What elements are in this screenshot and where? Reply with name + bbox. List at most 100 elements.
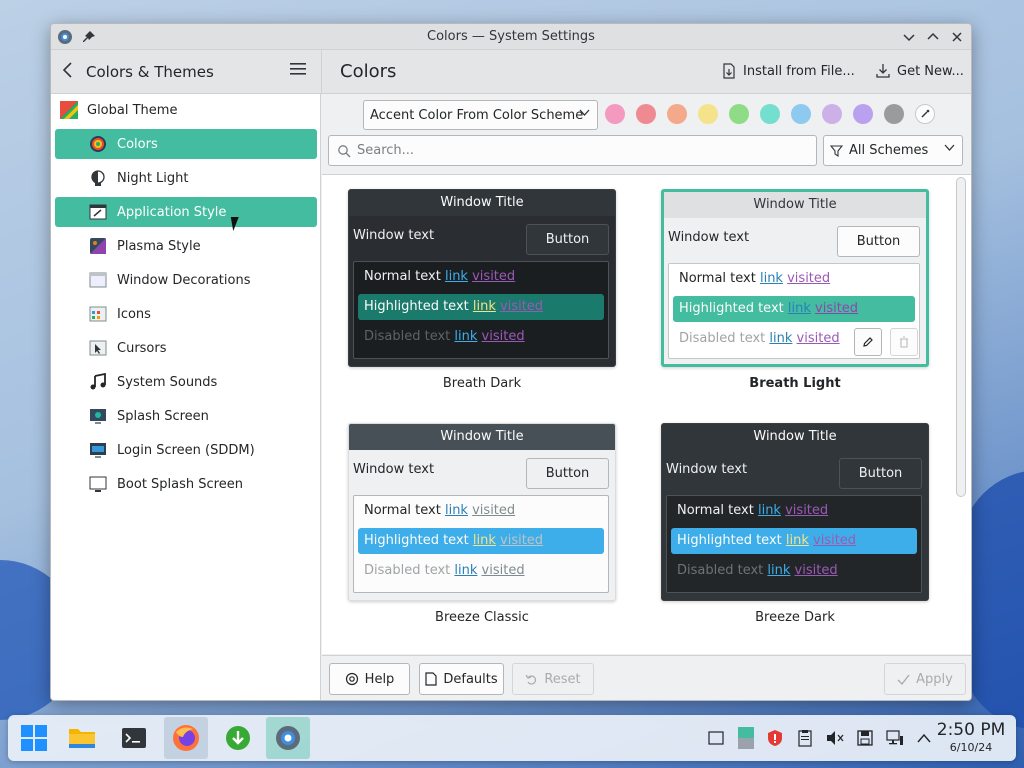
sidebar-title: Colors & Themes [86,63,214,81]
scheme-name: Breeze Classic [435,610,529,625]
reset-button[interactable]: Reset [512,663,594,695]
accent-color-teal[interactable] [760,104,780,124]
chevron-up-icon[interactable] [913,727,935,749]
close-button[interactable] [947,27,967,47]
delete-scheme-button[interactable] [890,328,918,356]
help-icon [345,672,358,686]
sidebar-item-cursors[interactable]: Cursors [55,333,317,363]
sidebar-item-plasma-style[interactable]: Plasma Style [55,231,317,261]
accent-color-pink[interactable] [605,104,625,124]
sidebar-item-application-style[interactable]: Application Style [55,197,317,227]
search-input[interactable]: Search... [328,135,817,166]
chevron-down-icon [579,107,590,121]
document-icon [425,672,437,686]
preview-button: Button [526,224,609,255]
application-style-icon [88,202,108,222]
sidebar-item-splash-screen[interactable]: Splash Screen [55,401,317,431]
sidebar-item-system-sounds[interactable]: System Sounds [55,367,317,397]
scheme-filter-combo[interactable]: All Schemes [823,135,963,166]
sidebar-item-boot-splash-screen[interactable]: Boot Splash Screen [55,469,317,499]
sidebar-item-window-decorations[interactable]: Window Decorations [55,265,317,295]
plasma-style-icon [88,236,108,256]
icons-icon [88,304,108,324]
terminal-button[interactable] [112,717,156,759]
clipboard-icon[interactable] [794,727,816,749]
defaults-button[interactable]: Defaults [419,663,504,695]
download-circle-icon [226,726,250,750]
preview-button: Button [839,458,922,489]
sidebar-item-colors[interactable]: Colors [55,129,317,159]
accent-color-gray[interactable] [884,104,904,124]
system-settings-task-button[interactable] [266,717,310,759]
music-note-icon [88,372,108,392]
global-theme-icon [59,100,79,120]
custom-color-picker-button[interactable] [915,104,935,124]
edit-scheme-button[interactable] [854,328,882,356]
save-disk-icon[interactable] [854,727,876,749]
colors-icon [88,134,108,154]
scheme-card-breeze-classic[interactable]: Window Title Window text Button Normal t… [348,423,616,625]
accent-color-yellow[interactable] [698,104,718,124]
splash-screen-icon [88,406,108,426]
content-scrollbar[interactable] [956,177,966,497]
sidebar-item-global-theme[interactable]: Global Theme [55,95,317,125]
scheme-name: Breath Light [749,376,841,391]
get-new-label: Get New... [897,63,964,79]
install-from-file-button[interactable]: Install from File... [721,63,855,79]
firefox-button[interactable] [164,717,208,759]
clock-date[interactable]: 6/10/24 [936,741,1006,754]
file-manager-button[interactable] [60,717,104,759]
hamburger-menu-icon[interactable] [289,62,309,82]
color-scheme-grid: Window Title Window text Button Normal t… [322,174,971,654]
apply-button[interactable]: Apply [884,663,966,695]
preview-button: Button [526,458,609,489]
scheme-card-breath-light[interactable]: Window Title Window text Button Normal t… [661,189,929,391]
footer-bar: Help Defaults Reset Apply [322,655,971,700]
firefox-icon [173,725,199,751]
pencil-icon [863,337,873,347]
checkmark-icon [897,674,910,685]
boot-splash-icon [88,474,108,494]
start-menu-button[interactable] [12,717,56,759]
accent-color-blue[interactable] [791,104,811,124]
scheme-preview: Window Title Window text Button Normal t… [661,189,929,367]
folder-icon [69,729,95,748]
scheme-card-breath-dark[interactable]: Window Title Window text Button Normal t… [348,189,616,391]
maximize-button[interactable] [923,27,943,47]
window-titlebar[interactable]: Colors — System Settings [51,24,971,50]
accent-color-lilac[interactable] [822,104,842,124]
show-desktop-icon[interactable] [705,727,727,749]
window-decorations-icon [88,270,108,290]
security-shield-icon[interactable] [764,727,786,749]
minimize-button[interactable] [899,27,919,47]
header-bar: Colors & Themes Colors Install from File… [51,50,971,94]
get-new-button[interactable]: Get New... [875,63,964,79]
accent-color-red[interactable] [636,104,656,124]
sidebar-item-icons[interactable]: Icons [55,299,317,329]
chevron-left-icon[interactable] [61,60,81,82]
pager-icon[interactable] [735,727,757,749]
sidebar-item-night-light[interactable]: Night Light [55,163,317,193]
downloader-button[interactable] [216,717,260,759]
undo-icon [525,674,537,685]
accent-color-orange[interactable] [667,104,687,124]
system-settings-icon [276,726,300,750]
accent-color-green[interactable] [729,104,749,124]
filter-icon [830,145,843,157]
volume-muted-icon[interactable] [824,727,846,749]
accent-color-purple[interactable] [853,104,873,124]
night-light-icon [88,168,108,188]
accent-color-combo[interactable]: Accent Color From Color Scheme [363,100,598,130]
sidebar-item-login-screen[interactable]: Login Screen (SDDM) [55,435,317,465]
scheme-preview: Window Title Window text Button Normal t… [348,423,616,601]
scheme-card-breeze-dark[interactable]: Window Title Window text Button Normal t… [661,423,929,625]
taskbar: 2:50 PM 6/10/24 [8,715,1016,761]
search-icon [338,144,351,157]
install-file-icon [723,63,735,79]
network-icon[interactable] [884,727,906,749]
clock-time[interactable]: 2:50 PM [936,720,1006,740]
scheme-preview: Window Title Window text Button Normal t… [348,189,616,367]
windows-logo-icon [21,725,47,751]
help-button[interactable]: Help [329,663,410,695]
sidebar: Global Theme Colors Night Light Applicat… [51,94,321,700]
